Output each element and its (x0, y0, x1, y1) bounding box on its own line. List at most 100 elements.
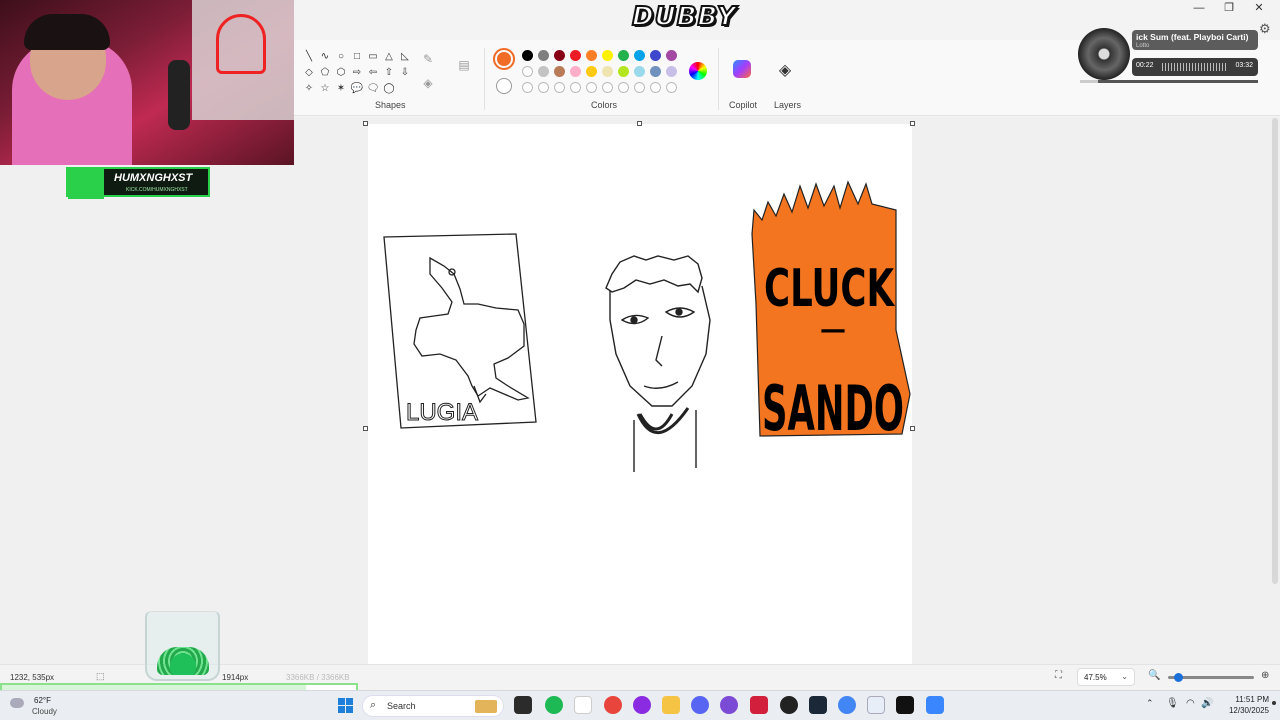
settings-gear-icon[interactable]: ⚙ (1259, 21, 1271, 37)
task-view-icon[interactable] (514, 696, 532, 714)
copilot-icon[interactable] (733, 60, 751, 78)
maximize-button[interactable]: ❐ (1214, 0, 1244, 16)
minimize-button[interactable]: — (1184, 0, 1214, 16)
shape-tool-17[interactable]: 💬 (350, 82, 364, 96)
shape-tool-19[interactable]: ◯ (382, 82, 396, 96)
color-swatch[interactable] (634, 66, 645, 77)
color-swatch[interactable] (666, 66, 677, 77)
app-icon[interactable] (896, 696, 914, 714)
color-swatch[interactable] (570, 66, 581, 77)
shape-tool-11[interactable]: ⇦ (366, 66, 380, 80)
resize-handle[interactable] (363, 121, 368, 126)
color-swatch[interactable] (554, 66, 565, 77)
shape-tool-9[interactable]: ⬡ (334, 66, 348, 80)
weather-widget[interactable]: 62°F Cloudy (10, 694, 80, 718)
color-swatch[interactable] (650, 66, 661, 77)
shape-tool-4[interactable]: ▭ (366, 50, 380, 64)
shape-tool-18[interactable]: 🗨 (366, 82, 380, 96)
obs-icon[interactable] (780, 696, 798, 714)
color-swatch[interactable] (618, 66, 629, 77)
steam-icon[interactable] (809, 696, 827, 714)
shape-tool-15[interactable]: ☆ (318, 82, 332, 96)
shape-tool-3[interactable]: □ (350, 50, 364, 64)
wifi-icon[interactable]: ◠ (1186, 698, 1195, 709)
custom-color-slot[interactable] (522, 82, 533, 93)
color-swatch[interactable] (538, 50, 549, 61)
outline-icon[interactable]: ✎ (418, 52, 438, 70)
microphone-icon[interactable]: 🎙 (1166, 698, 1179, 709)
color-swatch[interactable] (650, 50, 661, 61)
fill-icon[interactable]: ◈ (418, 76, 438, 94)
color-swatch[interactable] (570, 50, 581, 61)
zoom-slider[interactable] (1168, 673, 1254, 682)
shape-options-icon[interactable]: ▤ (454, 58, 474, 76)
custom-color-slot[interactable] (618, 82, 629, 93)
clock[interactable]: 11:51 PM 12/30/2025 (1205, 694, 1269, 716)
color-swatch[interactable] (666, 50, 677, 61)
shape-tool-5[interactable]: △ (382, 50, 396, 64)
shape-tool-1[interactable]: ∿ (318, 50, 332, 64)
custom-color-slot[interactable] (650, 82, 661, 93)
color-swatch[interactable] (538, 66, 549, 77)
layers-icon[interactable]: ◈ (776, 62, 794, 80)
color-swatch[interactable] (602, 66, 613, 77)
color-swatch[interactable] (522, 66, 533, 77)
notification-icon[interactable] (1272, 701, 1276, 705)
close-button[interactable]: ✕ (1244, 0, 1274, 16)
discord-icon[interactable] (691, 696, 709, 714)
shape-tool-6[interactable]: ◺ (398, 50, 412, 64)
shape-tool-7[interactable]: ◇ (302, 66, 316, 80)
fit-to-window-icon[interactable]: ⛶ (1055, 670, 1062, 681)
custom-color-slot[interactable] (602, 82, 613, 93)
shape-tool-12[interactable]: ⇧ (382, 66, 396, 80)
color-swatch[interactable] (586, 50, 597, 61)
custom-color-slot[interactable] (586, 82, 597, 93)
tor-browser-icon[interactable] (633, 696, 651, 714)
color-swatch[interactable] (602, 50, 613, 61)
paint-icon[interactable] (926, 696, 944, 714)
zoom-slider-thumb[interactable] (1174, 673, 1183, 682)
color-swatch[interactable] (554, 50, 565, 61)
color-swatch[interactable] (586, 66, 597, 77)
shape-tool-13[interactable]: ⇩ (398, 66, 412, 80)
taskbar-search[interactable]: ⌕ Search (362, 695, 504, 717)
app-icon[interactable] (867, 696, 885, 714)
custom-color-slot[interactable] (538, 82, 549, 93)
resize-handle[interactable] (637, 121, 642, 126)
shape-tool-14[interactable]: ✧ (302, 82, 316, 96)
color-swatch[interactable] (634, 50, 645, 61)
shape-tool-10[interactable]: ⇨ (350, 66, 364, 80)
app-icon[interactable] (750, 696, 768, 714)
spotify-icon[interactable] (545, 696, 563, 714)
custom-color-slot[interactable] (570, 82, 581, 93)
resize-handle[interactable] (363, 426, 368, 431)
custom-color-slot[interactable] (554, 82, 565, 93)
shape-tool-8[interactable]: ⬠ (318, 66, 332, 80)
resize-handle[interactable] (910, 426, 915, 431)
vertical-scrollbar[interactable] (1272, 118, 1278, 584)
shape-tool-16[interactable]: ✶ (334, 82, 348, 96)
shape-tool-0[interactable]: ╲ (302, 50, 316, 64)
song-progress-fill (1080, 80, 1098, 83)
shape-tool-2[interactable]: ○ (334, 50, 348, 64)
start-button[interactable] (338, 698, 353, 713)
music-app-icon[interactable] (574, 696, 592, 714)
card-label: LUGIA (406, 399, 478, 426)
resize-handle[interactable] (910, 121, 915, 126)
edit-colors-icon[interactable] (689, 62, 707, 80)
color-swatch[interactable] (618, 50, 629, 61)
chrome-icon[interactable] (838, 696, 856, 714)
chrome-icon[interactable] (604, 696, 622, 714)
zoom-out-icon[interactable]: 🔍 (1148, 670, 1160, 681)
color2-selector[interactable] (496, 78, 512, 94)
zoom-dropdown[interactable]: 47.5% ⌄ (1077, 668, 1135, 686)
app-icon[interactable] (720, 696, 738, 714)
color-swatch[interactable] (522, 50, 533, 61)
file-explorer-icon[interactable] (662, 696, 680, 714)
drawing-canvas[interactable]: LUGIA CLUCK — SANDO (368, 124, 912, 664)
zoom-in-icon[interactable]: ⊕ (1261, 670, 1269, 681)
custom-color-slot[interactable] (666, 82, 677, 93)
custom-color-slot[interactable] (634, 82, 645, 93)
color1-selector[interactable] (493, 48, 515, 70)
chevron-up-icon[interactable]: ⌃ (1146, 698, 1154, 709)
